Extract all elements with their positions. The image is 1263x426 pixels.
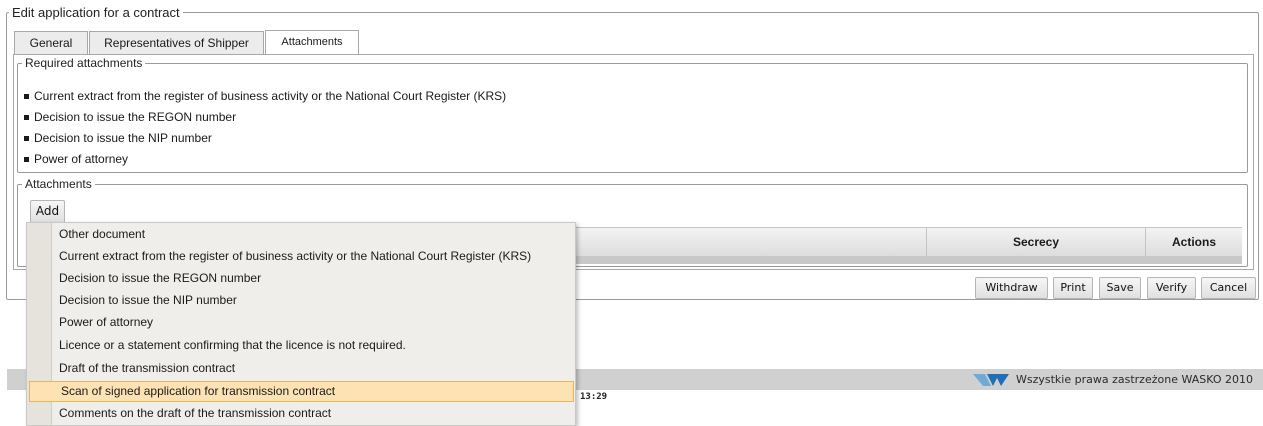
bullet-icon [24, 94, 29, 99]
page-title: Edit application for a contract [12, 5, 180, 20]
save-button[interactable]: Save [1099, 277, 1141, 299]
add-attachment-menu: Other document Current extract from the … [26, 222, 576, 426]
column-header-secrecy[interactable]: Secrecy [927, 228, 1146, 256]
print-button[interactable]: Print [1053, 277, 1093, 299]
cancel-button[interactable]: Cancel [1201, 277, 1256, 299]
required-attachments-legend: Required attachments [25, 56, 143, 70]
list-item: Power of attorney [22, 152, 506, 173]
tab-representatives-label: Representatives of Shipper [104, 36, 249, 50]
footer-time: 13:29 [580, 392, 608, 402]
menu-item-nip-decision[interactable]: Decision to issue the NIP number [28, 291, 575, 312]
withdraw-button[interactable]: Withdraw [975, 277, 1048, 299]
tab-attachments[interactable]: Attachments [265, 30, 359, 55]
menu-item-comments-draft-contract[interactable]: Comments on the draft of the transmissio… [28, 404, 575, 425]
list-item: Decision to issue the NIP number [22, 131, 506, 152]
column-header-actions[interactable]: Actions [1146, 228, 1242, 256]
menu-item-scan-signed-application[interactable]: Scan of signed application for transmiss… [29, 381, 574, 402]
wasko-logo-icon [973, 374, 1009, 386]
bullet-icon [24, 115, 29, 120]
list-item: Decision to issue the REGON number [22, 110, 506, 131]
bullet-icon [24, 136, 29, 141]
attachments-legend: Attachments [25, 177, 92, 191]
menu-item-other-document[interactable]: Other document [28, 225, 575, 246]
list-item: Current extract from the register of bus… [22, 89, 506, 110]
add-attachment-button[interactable]: Add [30, 200, 65, 223]
menu-item-current-extract-krs[interactable]: Current extract from the register of bus… [28, 247, 575, 268]
verify-button[interactable]: Verify [1147, 277, 1196, 299]
menu-item-licence-statement[interactable]: Licence or a statement confirming that t… [28, 336, 575, 357]
menu-item-regon-decision[interactable]: Decision to issue the REGON number [28, 269, 575, 290]
footer-copyright: Wszystkie prawa zastrzeżone WASKO 2010 [1016, 373, 1254, 386]
menu-item-power-of-attorney[interactable]: Power of attorney [28, 313, 575, 334]
menu-item-draft-transmission-contract[interactable]: Draft of the transmission contract [28, 359, 575, 380]
tab-general-label: General [29, 36, 73, 50]
tab-representatives-of-shipper[interactable]: Representatives of Shipper [89, 31, 264, 54]
tab-general[interactable]: General [14, 31, 88, 54]
required-attachments-list: Current extract from the register of bus… [22, 89, 506, 173]
bullet-icon [24, 157, 29, 162]
tab-attachments-label: Attachments [281, 36, 343, 48]
